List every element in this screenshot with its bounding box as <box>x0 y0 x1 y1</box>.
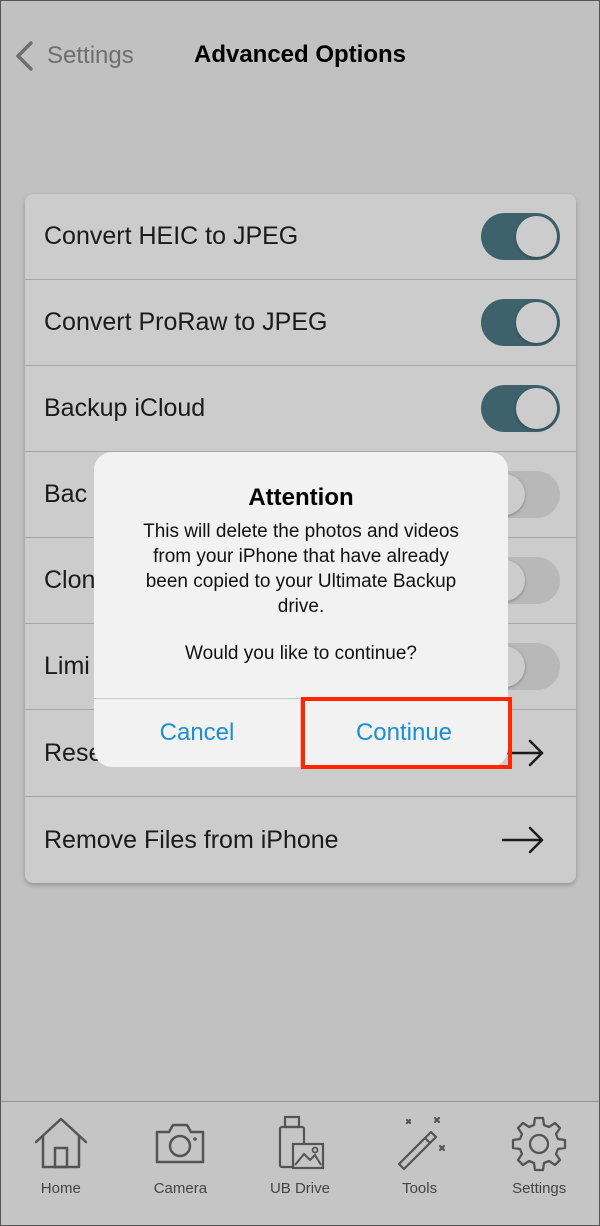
highlight-box <box>301 697 512 769</box>
alert-message: This will delete the photos and videos f… <box>143 521 459 617</box>
app-screen: Settings Advanced Options Convert HEIC t… <box>0 0 600 1226</box>
cancel-button[interactable]: Cancel <box>94 699 300 767</box>
alert-question: Would you like to continue? <box>184 643 418 664</box>
alert-title: Attention <box>248 484 354 511</box>
